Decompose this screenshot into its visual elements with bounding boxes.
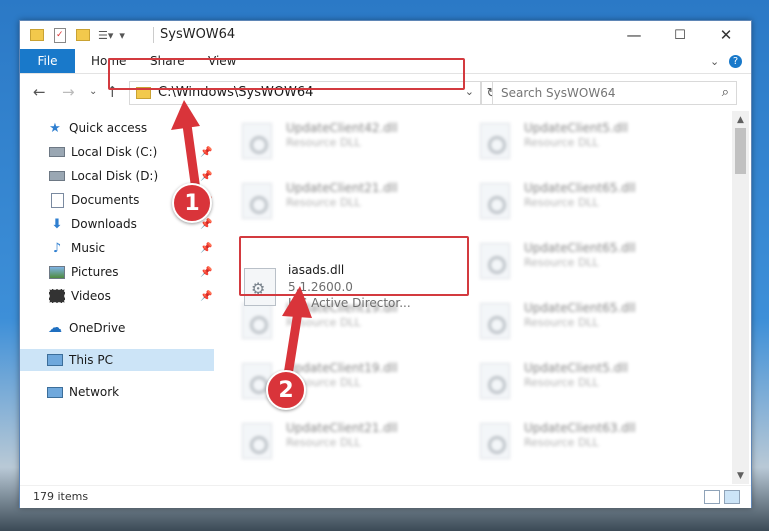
- callout-number-1: 1: [172, 183, 212, 223]
- callout-number-2: 2: [266, 370, 306, 410]
- annotation-arrows: [171, 100, 312, 380]
